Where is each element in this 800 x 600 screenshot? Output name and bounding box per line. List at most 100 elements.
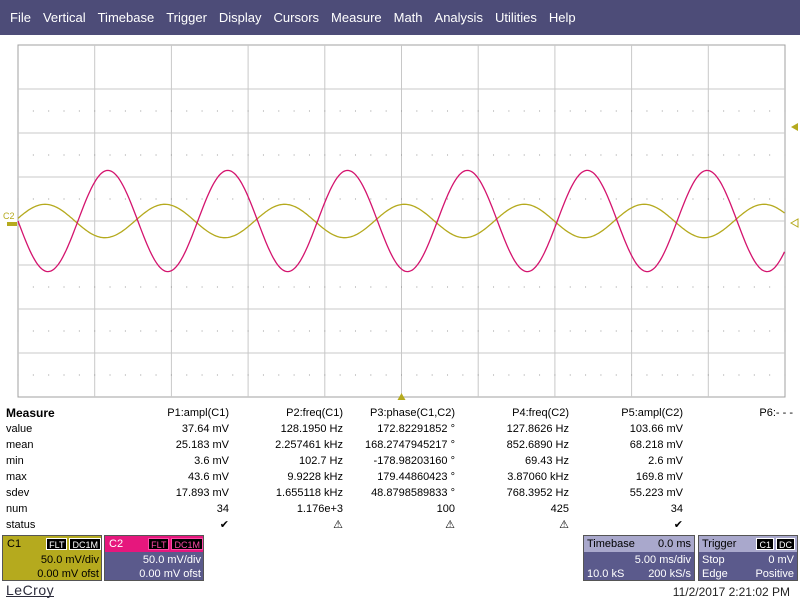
grid-minor-dot: [78, 330, 80, 332]
grid-minor-dot: [385, 154, 387, 156]
measure-cell-p4: 852.6890 Hz: [506, 439, 569, 451]
menu-vertical[interactable]: Vertical: [38, 10, 93, 25]
menu-measure[interactable]: Measure: [326, 10, 389, 25]
measure-cell-p5: 34: [670, 503, 683, 515]
waveform-display[interactable]: C2: [0, 35, 800, 400]
grid-minor-dot: [170, 286, 172, 288]
grid-minor-dot: [186, 286, 188, 288]
measure-cell-p4: P4:freq(C2): [512, 407, 569, 419]
grid-minor-dot: [707, 286, 709, 288]
measure-cell-p2: P2:freq(C1): [286, 407, 343, 419]
channel-2-descriptor[interactable]: C2 FLT DC1M 50.0 mV/div 0.00 mV ofst: [104, 535, 204, 581]
grid-minor-dot: [723, 154, 725, 156]
grid-minor-dot: [201, 198, 203, 200]
measure-cell-p5: 2.6 mV: [648, 455, 683, 467]
grid-minor-dot: [447, 286, 449, 288]
grid-minor-dot: [723, 330, 725, 332]
channel-2-marker-label: C2: [3, 211, 15, 221]
grid-minor-dot: [784, 330, 786, 332]
grid-minor-dot: [262, 374, 264, 376]
menu-trigger[interactable]: Trigger: [161, 10, 214, 25]
grid-minor-dot: [677, 374, 679, 376]
channel-1-descriptor[interactable]: C1 FLT DC1M 50.0 mV/div 0.00 mV ofst: [2, 535, 102, 581]
grid-minor-dot: [232, 286, 234, 288]
trigger-descriptor[interactable]: Trigger C1 DC Stop 0 mV Edge Positive: [698, 535, 798, 581]
grid-minor-dot: [646, 374, 648, 376]
grid-minor-dot: [216, 330, 218, 332]
grid-minor-dot: [324, 110, 326, 112]
grid-minor-dot: [109, 154, 111, 156]
grid-minor-dot: [17, 374, 19, 376]
grid-minor-dot: [186, 374, 188, 376]
grid-minor-dot: [585, 374, 587, 376]
grid-minor-dot: [600, 286, 602, 288]
measure-cell-p2: 2.257461 kHz: [275, 439, 343, 451]
menu-help[interactable]: Help: [544, 10, 583, 25]
grid-minor-dot: [462, 330, 464, 332]
menu-timebase[interactable]: Timebase: [93, 10, 162, 25]
grid-minor-dot: [646, 198, 648, 200]
grid-minor-dot: [462, 154, 464, 156]
grid-minor-dot: [416, 154, 418, 156]
grid-minor-dot: [32, 286, 34, 288]
grid-minor-dot: [32, 330, 34, 332]
grid-minor-dot: [539, 286, 541, 288]
menu-display[interactable]: Display: [214, 10, 269, 25]
menu-cursors[interactable]: Cursors: [269, 10, 327, 25]
grid-minor-dot: [523, 110, 525, 112]
menu-analysis[interactable]: Analysis: [430, 10, 490, 25]
grid-minor-dot: [447, 374, 449, 376]
measure-cell-p4: 69.43 Hz: [524, 455, 569, 467]
grid-minor-dot: [339, 154, 341, 156]
grid-minor-dot: [293, 198, 295, 200]
grid-minor-dot: [293, 154, 295, 156]
grid-minor-dot: [416, 198, 418, 200]
grid-minor-dot: [615, 110, 617, 112]
grid-minor-dot: [554, 154, 556, 156]
grid-minor-dot: [262, 110, 264, 112]
grid-minor-dot: [155, 154, 157, 156]
grid-minor-dot: [554, 374, 556, 376]
grid-minor-dot: [232, 330, 234, 332]
channel-1-offset: 0.00 mV ofst: [37, 568, 99, 580]
grid-minor-dot: [677, 330, 679, 332]
grid-minor-dot: [539, 154, 541, 156]
measure-row-label: Measure: [6, 406, 55, 420]
grid-minor-dot: [94, 198, 96, 200]
trigger-mode: Stop: [702, 554, 725, 566]
grid-minor-dot: [216, 286, 218, 288]
grid-minor-dot: [692, 198, 694, 200]
measure-cell-p5: 169.8 mV: [635, 471, 683, 483]
grid-minor-dot: [232, 374, 234, 376]
grid-minor-dot: [32, 110, 34, 112]
grid-minor-dot: [247, 286, 249, 288]
measure-row-label: status: [6, 519, 36, 531]
grid-minor-dot: [170, 198, 172, 200]
grid-minor-dot: [124, 286, 126, 288]
grid-minor-dot: [401, 154, 402, 156]
measure-row-label: min: [6, 455, 24, 467]
grid-minor-dot: [401, 286, 402, 288]
timebase-descriptor[interactable]: Timebase 0.0 ms 5.00 ms/div 10.0 kS 200 …: [583, 535, 695, 581]
menu-file[interactable]: File: [5, 10, 38, 25]
grid-minor-dot: [354, 154, 356, 156]
grid-minor-dot: [385, 374, 387, 376]
grid-minor-dot: [447, 110, 449, 112]
grid-minor-dot: [738, 198, 740, 200]
grid-minor-dot: [293, 374, 295, 376]
channel-2-coupling-badge: FLT: [148, 538, 170, 550]
grid-minor-dot: [124, 154, 126, 156]
measure-row-min: min 3.6 mV 102.7 Hz -178.98203160 ° 69.43 Hz…: [0, 453, 800, 469]
grid-minor-dot: [539, 198, 541, 200]
grid-minor-dot: [631, 374, 633, 376]
grid-minor-dot: [723, 286, 725, 288]
measure-cell-p1: 3.6 mV: [194, 455, 229, 467]
grid-minor-dot: [140, 154, 142, 156]
grid-minor-dot: [48, 198, 50, 200]
grid-minor-dot: [477, 330, 479, 332]
menu-math[interactable]: Math: [389, 10, 430, 25]
grid-minor-dot: [477, 198, 479, 200]
menu-utilities[interactable]: Utilities: [490, 10, 544, 25]
grid-minor-dot: [692, 374, 694, 376]
grid-minor-dot: [523, 374, 525, 376]
